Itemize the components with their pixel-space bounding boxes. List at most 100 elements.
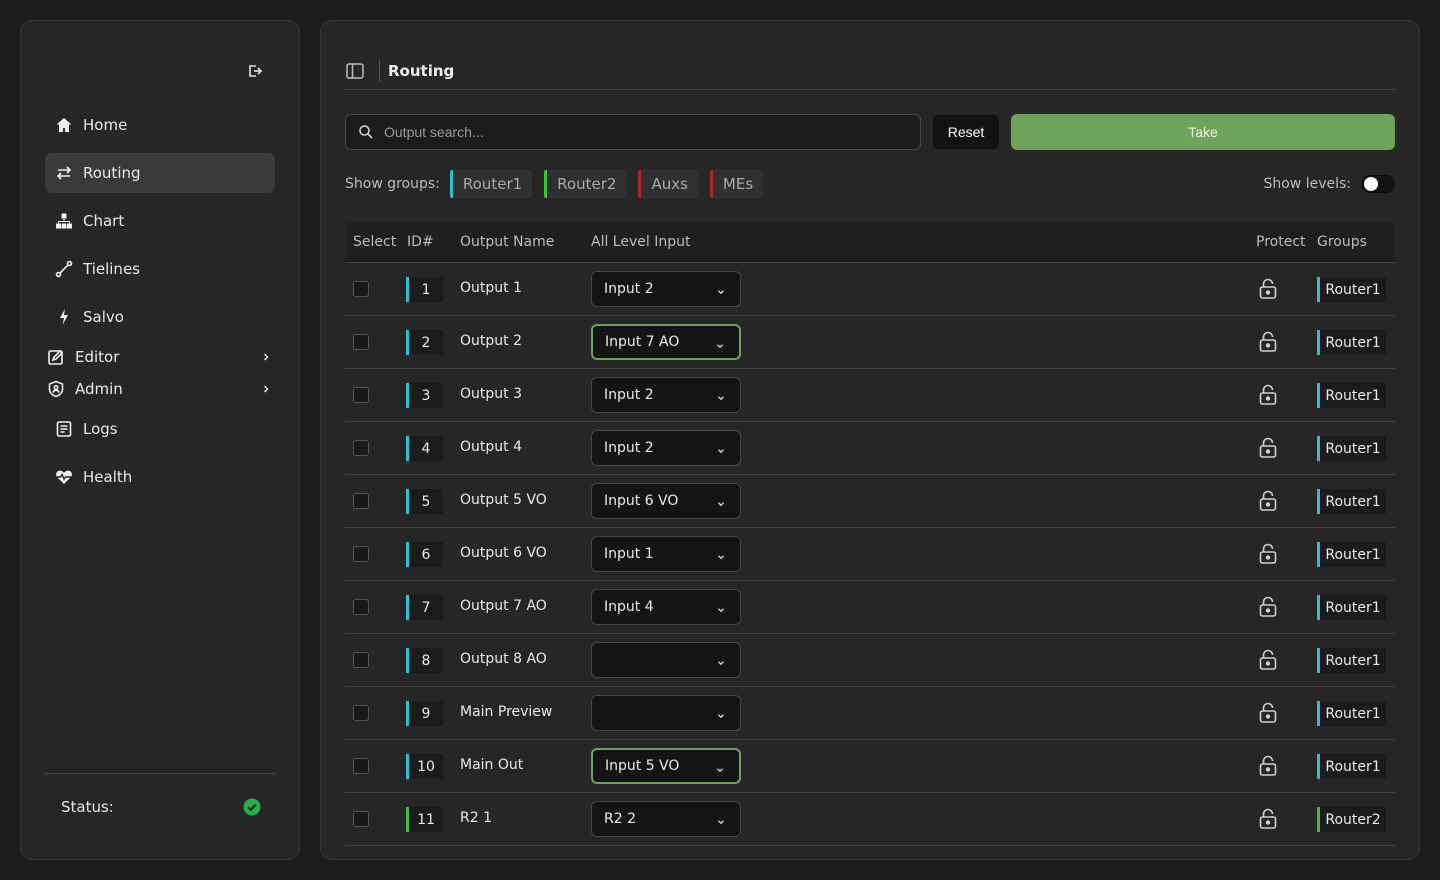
search-icon	[359, 125, 373, 139]
input-select[interactable]	[591, 695, 741, 731]
input-select[interactable]: Input 1	[591, 536, 741, 572]
group-tag: Router1	[1317, 595, 1386, 620]
chevron-down-icon	[716, 497, 726, 507]
group-tag: Router1	[1317, 701, 1386, 726]
lock-open-icon[interactable]	[1258, 490, 1278, 512]
table-row[interactable]: 4 Output 4 Input 2 Router1	[345, 422, 1395, 475]
input-select[interactable]	[591, 642, 741, 678]
input-select[interactable]: Input 2	[591, 271, 741, 307]
lock-open-icon[interactable]	[1258, 702, 1278, 724]
row-select-checkbox[interactable]	[353, 334, 369, 350]
sidebar-divider	[45, 773, 275, 774]
table-row[interactable]: 6 Output 6 VO Input 1 Router1	[345, 528, 1395, 581]
row-select-checkbox[interactable]	[353, 758, 369, 774]
group-filter-chip[interactable]: Router2	[544, 170, 627, 198]
row-select-checkbox[interactable]	[353, 387, 369, 403]
sidebar-toggle-icon[interactable]	[345, 61, 365, 81]
table-row[interactable]: 1 Output 1 Input 2 Router1	[345, 263, 1395, 316]
row-select-checkbox[interactable]	[353, 493, 369, 509]
table-row[interactable]: 10 Main Out Input 5 VO Router1	[345, 740, 1395, 793]
lock-open-icon[interactable]	[1258, 543, 1278, 565]
table-row[interactable]: 7 Output 7 AO Input 4 Router1	[345, 581, 1395, 634]
input-select[interactable]: Input 2	[591, 377, 741, 413]
chevron-down-icon	[716, 709, 726, 719]
logout-icon[interactable]	[245, 61, 265, 81]
lock-open-icon[interactable]	[1258, 649, 1278, 671]
input-select[interactable]: Input 4	[591, 589, 741, 625]
row-select-checkbox[interactable]	[353, 811, 369, 827]
chevron-down-icon	[716, 391, 726, 401]
lock-open-icon[interactable]	[1258, 384, 1278, 406]
tieline-icon	[55, 260, 73, 278]
chevron-down-icon	[715, 339, 725, 349]
table-row[interactable]: 2 Output 2 Input 7 AO Router1	[345, 316, 1395, 369]
header-divider	[345, 89, 1395, 90]
show-levels-toggle[interactable]	[1361, 175, 1395, 193]
lock-open-icon[interactable]	[1258, 755, 1278, 777]
table-row[interactable]: 8 Output 8 AO Router1	[345, 634, 1395, 687]
lock-open-icon[interactable]	[1258, 331, 1278, 353]
output-id: 6	[406, 542, 443, 567]
input-select[interactable]: Input 7 AO	[591, 324, 741, 360]
input-select[interactable]: Input 2	[591, 430, 741, 466]
lock-open-icon[interactable]	[1258, 437, 1278, 459]
sidebar: Home Routing Chart Tielines Salvo Editor…	[20, 20, 300, 860]
reset-button[interactable]: Reset	[932, 114, 1000, 150]
chevron-down-icon	[715, 763, 725, 773]
lock-open-icon[interactable]	[1258, 596, 1278, 618]
output-name: Output 7 AO	[460, 598, 547, 614]
row-select-checkbox[interactable]	[353, 599, 369, 615]
nav-label: Logs	[83, 420, 118, 438]
search-box[interactable]	[345, 114, 921, 150]
nav-chart[interactable]: Chart	[45, 201, 275, 241]
heart-pulse-icon	[55, 468, 73, 486]
group-filter-chip[interactable]: Router1	[449, 170, 533, 198]
input-select-value: Input 7 AO	[605, 334, 680, 350]
nav-tielines[interactable]: Tielines	[45, 249, 275, 289]
nav-editor[interactable]: Editor	[45, 342, 275, 372]
input-select[interactable]: Input 5 VO	[591, 748, 741, 784]
lock-open-icon[interactable]	[1258, 278, 1278, 300]
breadcrumb[interactable]: Routing	[388, 62, 454, 80]
nav-logs[interactable]: Logs	[45, 409, 275, 449]
row-select-checkbox[interactable]	[353, 652, 369, 668]
nav-home[interactable]: Home	[45, 105, 275, 145]
group-filter-chip[interactable]: MEs	[709, 170, 764, 198]
table-row[interactable]: 3 Output 3 Input 2 Router1	[345, 369, 1395, 422]
input-select[interactable]: R2 2	[591, 801, 741, 837]
take-button[interactable]: Take	[1011, 114, 1395, 150]
output-name: Main Preview	[460, 704, 553, 720]
table-row[interactable]: 5 Output 5 VO Input 6 VO Router1	[345, 475, 1395, 528]
levels-label: Show levels:	[1263, 176, 1351, 192]
group-chip-list: Router1 Router2 Auxs MEs	[449, 170, 775, 198]
row-select-checkbox[interactable]	[353, 281, 369, 297]
table-row[interactable]: 9 Main Preview Router1	[345, 687, 1395, 740]
chevron-down-icon	[716, 603, 726, 613]
group-filter-chip[interactable]: Auxs	[638, 170, 698, 198]
lock-open-icon[interactable]	[1258, 808, 1278, 830]
top-bar: Routing	[345, 51, 1395, 91]
logs-icon	[55, 420, 73, 438]
row-select-checkbox[interactable]	[353, 440, 369, 456]
output-name: Output 1	[460, 280, 522, 296]
toggle-knob	[1364, 177, 1378, 191]
input-select-value: Input 2	[604, 281, 654, 297]
edit-icon	[47, 348, 65, 366]
output-name: R2 1	[460, 810, 492, 826]
table-row[interactable]: 11 R2 1 R2 2 Router2	[345, 793, 1395, 846]
row-select-checkbox[interactable]	[353, 546, 369, 562]
row-select-checkbox[interactable]	[353, 705, 369, 721]
output-id: 8	[406, 648, 443, 673]
nav-health[interactable]: Health	[45, 457, 275, 497]
nav-admin[interactable]: Admin	[45, 374, 275, 404]
column-header-groups: Groups	[1317, 234, 1367, 250]
nav-routing[interactable]: Routing	[45, 153, 275, 193]
chevron-down-icon	[716, 815, 726, 825]
output-id: 2	[406, 330, 443, 355]
nav-salvo[interactable]: Salvo	[45, 297, 275, 337]
input-select[interactable]: Input 6 VO	[591, 483, 741, 519]
search-input[interactable]	[384, 124, 904, 140]
output-name: Output 8 AO	[460, 651, 547, 667]
chart-hierarchy-icon	[55, 212, 73, 230]
output-name: Output 3	[460, 386, 522, 402]
